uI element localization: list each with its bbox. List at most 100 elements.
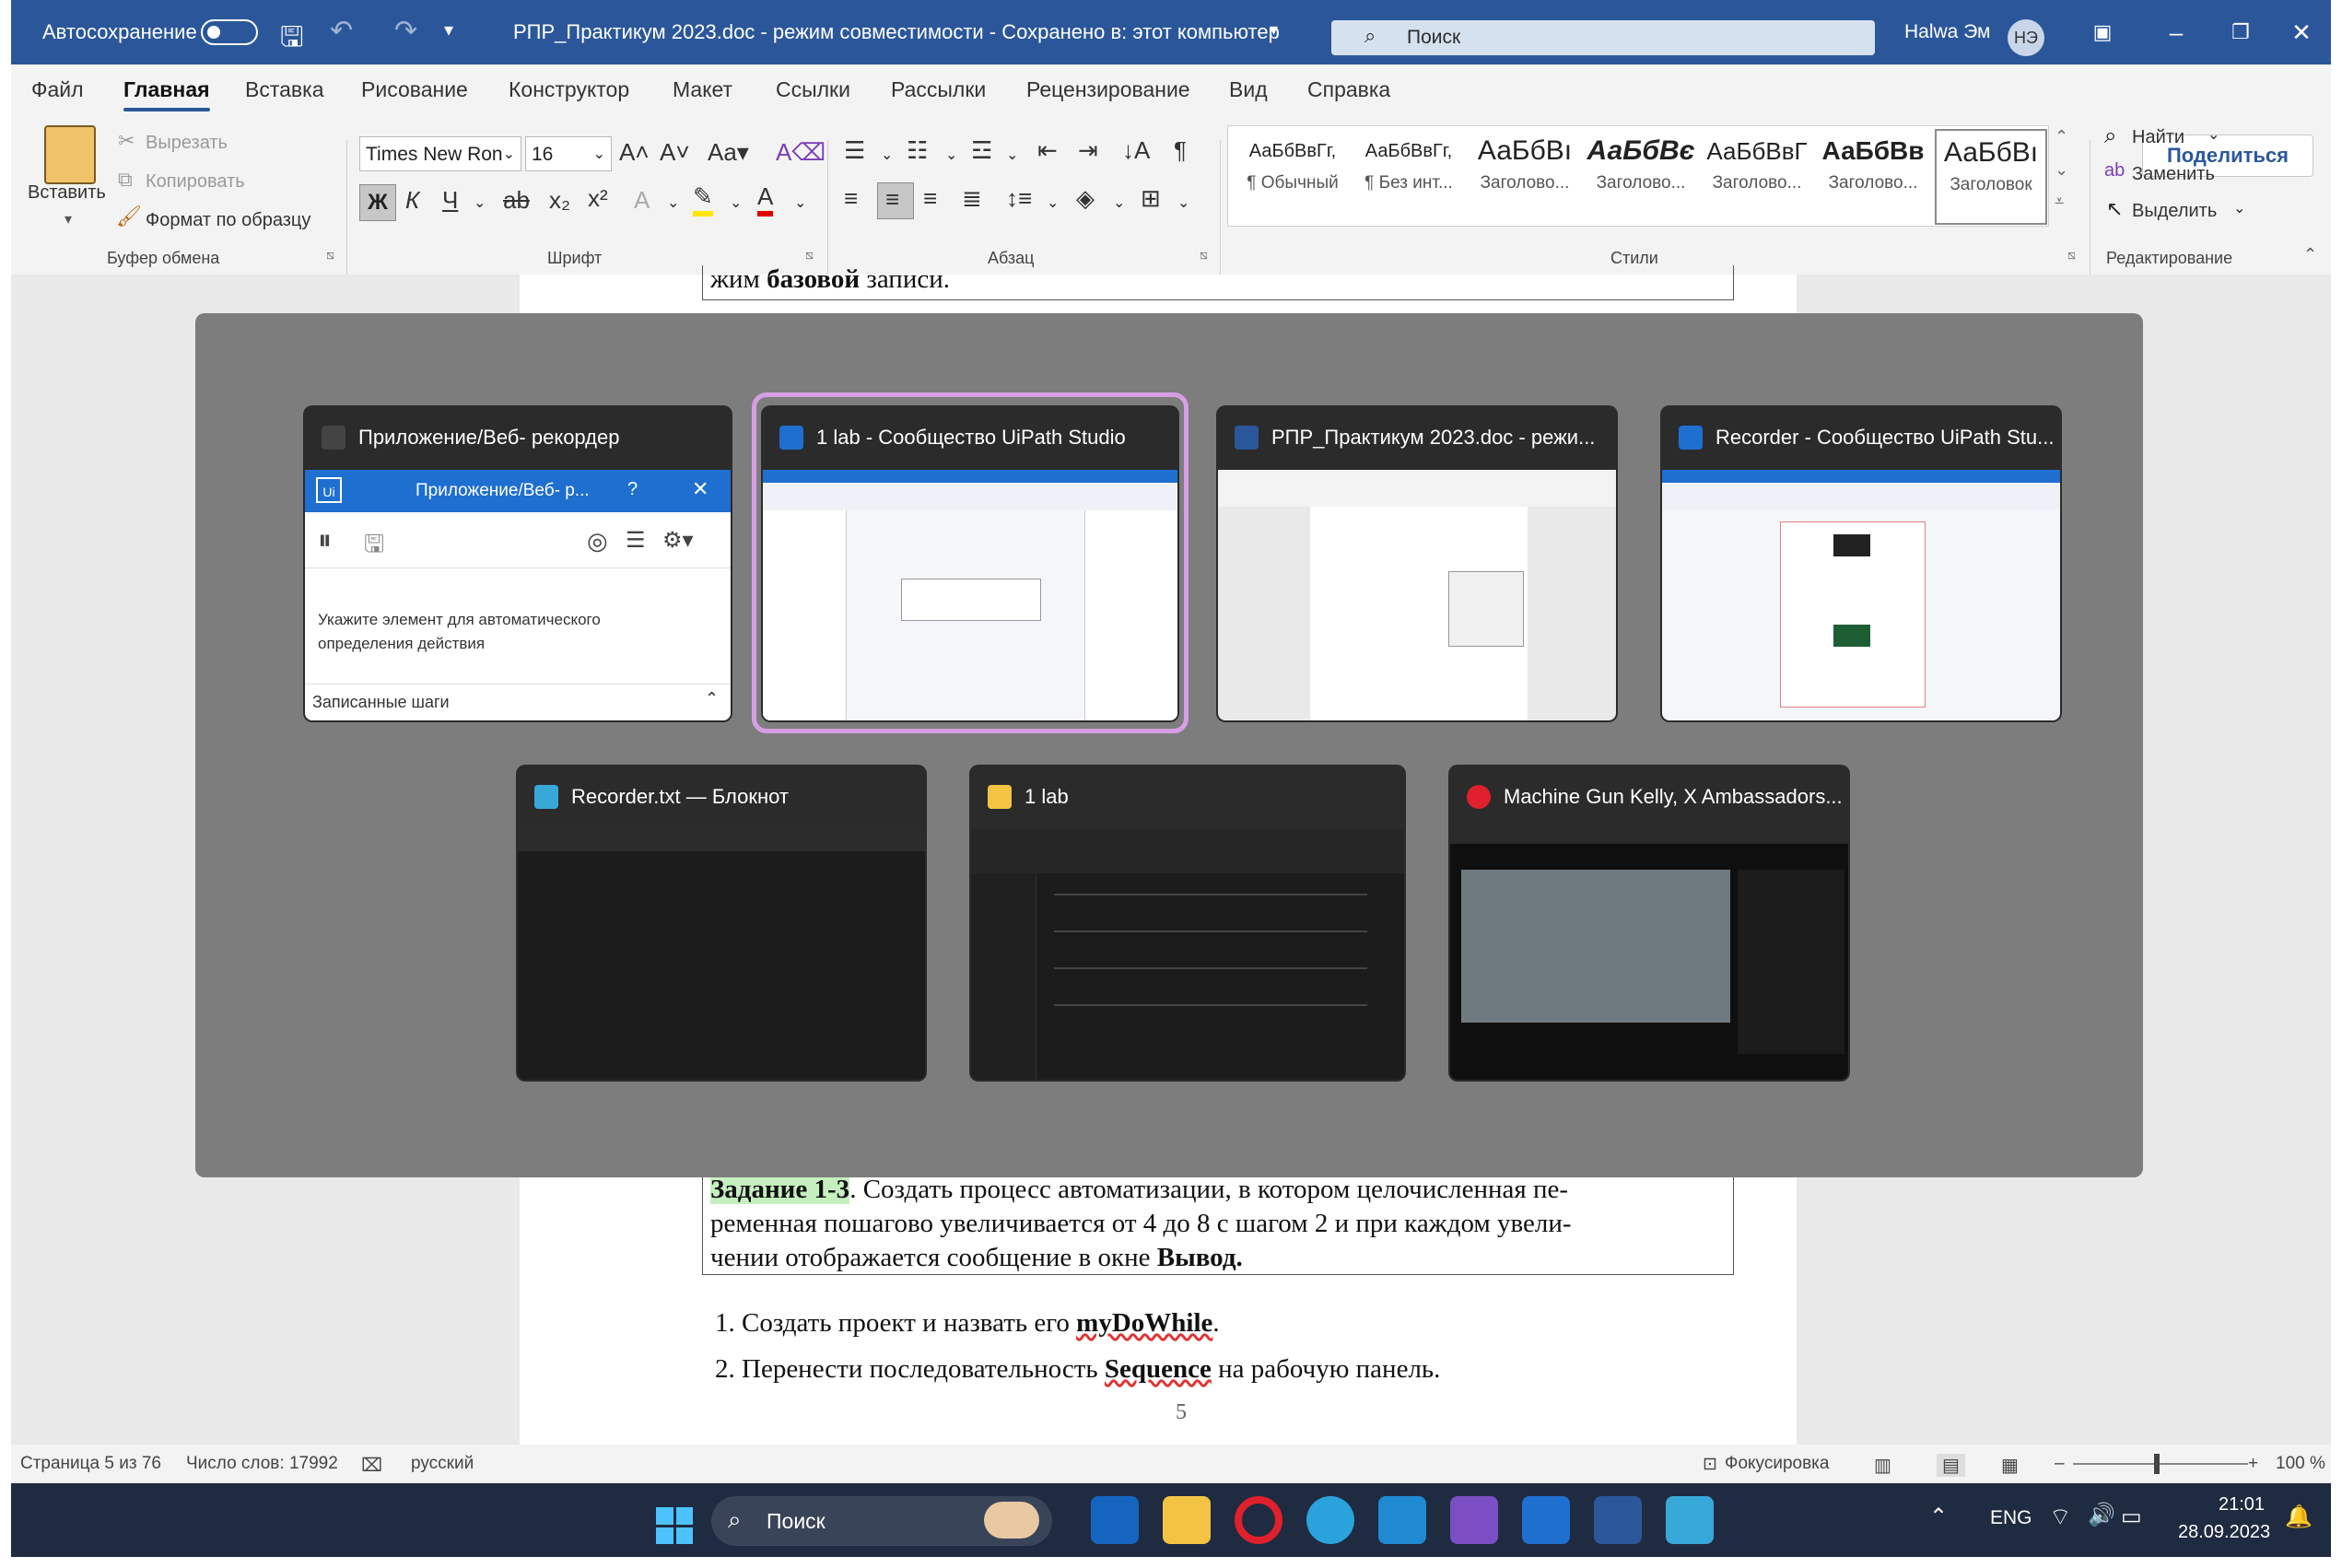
chevron-down-icon[interactable]: ⌄ xyxy=(1177,193,1189,212)
save-icon[interactable]: 🖫 xyxy=(280,17,304,64)
word-icon[interactable] xyxy=(1594,1496,1642,1544)
undo-icon[interactable]: ↶ xyxy=(330,15,353,47)
tab-help[interactable]: Справка xyxy=(1307,77,1390,102)
read-mode-icon[interactable]: ▥ xyxy=(1874,1454,1891,1477)
gallery-more-icon[interactable]: ⩡ xyxy=(2055,192,2064,211)
find-button[interactable]: Найти xyxy=(2132,127,2184,148)
italic-button[interactable]: К xyxy=(405,186,419,215)
ribbon-display-icon[interactable]: ▣ xyxy=(2075,0,2130,64)
shrink-font-icon[interactable]: A˅ xyxy=(660,138,690,167)
wifi-icon[interactable]: ⌔ xyxy=(2049,1502,2071,1532)
zoom-slider-thumb[interactable] xyxy=(2154,1454,2160,1474)
chevron-down-icon[interactable]: ⌄ xyxy=(2233,199,2245,217)
dialog-launcher-icon[interactable]: ⧅ xyxy=(326,247,334,263)
window-card-opera[interactable]: Machine Gun Kelly, X Ambassadors... xyxy=(1448,765,1850,1082)
language-indicator[interactable]: русский xyxy=(411,1454,474,1474)
chevron-up-icon[interactable]: ⌃ xyxy=(1929,1504,1948,1530)
gallery-up-icon[interactable]: ⌃ xyxy=(2055,127,2068,146)
select-button[interactable]: Выделить xyxy=(2132,201,2217,222)
battery-icon[interactable]: ▭ xyxy=(2121,1504,2142,1530)
avatar[interactable]: НЭ xyxy=(2008,19,2044,56)
tab-review[interactable]: Рецензирование xyxy=(1026,77,1190,102)
align-center-button[interactable]: ≡ xyxy=(877,182,914,219)
collapse-ribbon-icon[interactable]: ⌃ xyxy=(2303,245,2317,264)
focus-button[interactable]: Фокусировка xyxy=(1725,1454,1829,1474)
clock-time[interactable]: 21:01 xyxy=(2219,1494,2265,1515)
shading-icon[interactable]: ◈ xyxy=(1076,184,1095,213)
chevron-down-icon[interactable]: ⌄ xyxy=(1006,146,1018,164)
chevron-down-icon[interactable]: ⌄ xyxy=(794,193,806,212)
bullets-icon[interactable]: ☰ xyxy=(844,136,865,165)
print-layout-icon[interactable]: ▤ xyxy=(1937,1454,1965,1477)
decrease-indent-icon[interactable]: ⇤ xyxy=(1037,136,1058,165)
notifications-icon[interactable]: 🔔 xyxy=(2285,1504,2313,1530)
restore-button[interactable]: ❐ xyxy=(2213,0,2268,64)
style-no-spacing[interactable]: АаБбВвГг, ¶ Без инт... xyxy=(1353,129,1465,225)
uipath-icon[interactable] xyxy=(1522,1496,1570,1544)
visual-studio-icon[interactable] xyxy=(1450,1496,1498,1544)
show-marks-icon[interactable]: ¶ xyxy=(1174,136,1187,165)
outlook-icon[interactable] xyxy=(1091,1496,1139,1544)
window-card-explorer[interactable]: 1 lab xyxy=(969,765,1406,1082)
dialog-launcher-icon[interactable]: ⧅ xyxy=(805,247,814,263)
underline-button[interactable]: Ч xyxy=(442,186,458,215)
document-title[interactable]: РПР_Практикум 2023.doc - режим совместим… xyxy=(513,0,1280,64)
tab-layout[interactable]: Макет xyxy=(673,77,732,102)
align-left-icon[interactable]: ≡ xyxy=(844,184,858,213)
vscode-icon[interactable] xyxy=(1378,1496,1426,1544)
notepad-icon[interactable] xyxy=(1666,1496,1714,1544)
text-effects-icon[interactable]: A xyxy=(634,186,650,215)
numbering-icon[interactable]: ☷ xyxy=(907,136,928,165)
paste-button[interactable]: Вставить xyxy=(28,182,106,204)
tab-mailings[interactable]: Рассылки xyxy=(891,77,986,102)
search-box[interactable]: ⌕ Поиск xyxy=(1331,20,1875,55)
zoom-level[interactable]: 100 % xyxy=(2276,1454,2325,1474)
strikethrough-icon[interactable]: ab xyxy=(503,186,530,215)
input-language[interactable]: ENG xyxy=(1990,1507,2032,1529)
chevron-down-icon[interactable]: ⌄ xyxy=(1113,193,1125,212)
style-heading-4[interactable]: АаБбВв Заголово... xyxy=(1817,129,1929,225)
chevron-down-icon[interactable]: ⌄ xyxy=(2207,125,2219,144)
borders-icon[interactable]: ⊞ xyxy=(1141,184,1161,213)
cut-button[interactable]: Вырезать xyxy=(146,133,228,154)
autosave-toggle[interactable] xyxy=(201,19,258,45)
zoom-out-icon[interactable]: – xyxy=(2055,1454,2065,1474)
copy-button[interactable]: Копировать xyxy=(146,171,245,193)
justify-icon[interactable]: ≣ xyxy=(962,184,982,213)
dialog-launcher-icon[interactable]: ⧅ xyxy=(1200,247,1208,263)
style-normal[interactable]: АаБбВвГг, ¶ Обычный xyxy=(1236,129,1349,225)
clear-formatting-icon[interactable]: A⌫ xyxy=(776,138,826,167)
tab-home[interactable]: Главная xyxy=(123,77,210,111)
style-heading-1[interactable]: АаБбВı Заголово... xyxy=(1469,129,1581,225)
tab-references[interactable]: Ссылки xyxy=(776,77,850,102)
chevron-down-icon[interactable]: ⌄ xyxy=(730,193,742,212)
subscript-icon[interactable]: x₂ xyxy=(549,186,570,215)
chevron-down-icon[interactable]: ▾ xyxy=(1270,20,1278,40)
tab-insert[interactable]: Вставка xyxy=(245,77,324,102)
grow-font-icon[interactable]: A˄ xyxy=(619,138,650,167)
proofing-icon[interactable]: ⌧ xyxy=(361,1454,382,1477)
sort-icon[interactable]: ↓A xyxy=(1122,136,1150,165)
web-layout-icon[interactable]: ▦ xyxy=(2001,1454,2019,1477)
chevron-down-icon[interactable]: ▾ xyxy=(64,210,72,228)
file-explorer-icon[interactable] xyxy=(1163,1496,1211,1544)
tab-file[interactable]: Файл xyxy=(31,77,84,102)
tab-draw[interactable]: Рисование xyxy=(361,77,468,102)
start-button[interactable] xyxy=(656,1507,693,1544)
multilevel-list-icon[interactable]: ☲ xyxy=(971,136,992,165)
gallery-down-icon[interactable]: ⌄ xyxy=(2055,160,2068,180)
redo-icon[interactable]: ↷ xyxy=(394,15,417,47)
tab-view[interactable]: Вид xyxy=(1229,77,1268,102)
window-card-recorder[interactable]: Приложение/Веб- рекордер Ui Приложение/В… xyxy=(303,405,732,722)
chevron-down-icon[interactable]: ⌄ xyxy=(667,193,679,212)
window-card-uipath-recorder[interactable]: Recorder - Сообщество UiPath Stu... xyxy=(1660,405,2062,722)
dialog-launcher-icon[interactable]: ⧅ xyxy=(2067,247,2076,263)
font-family-dropdown[interactable]: Times New Ron ⌄ xyxy=(359,136,521,171)
tab-design[interactable]: Конструктор xyxy=(509,77,629,102)
window-card-word[interactable]: РПР_Практикум 2023.doc - режи... xyxy=(1216,405,1618,722)
style-heading-3[interactable]: АаБбВвГ Заголово... xyxy=(1701,129,1813,225)
change-case-icon[interactable]: Aa▾ xyxy=(708,138,749,167)
paste-icon[interactable] xyxy=(44,125,96,184)
superscript-icon[interactable]: x² xyxy=(588,184,608,213)
line-spacing-icon[interactable]: ↕≡ xyxy=(1006,184,1032,213)
